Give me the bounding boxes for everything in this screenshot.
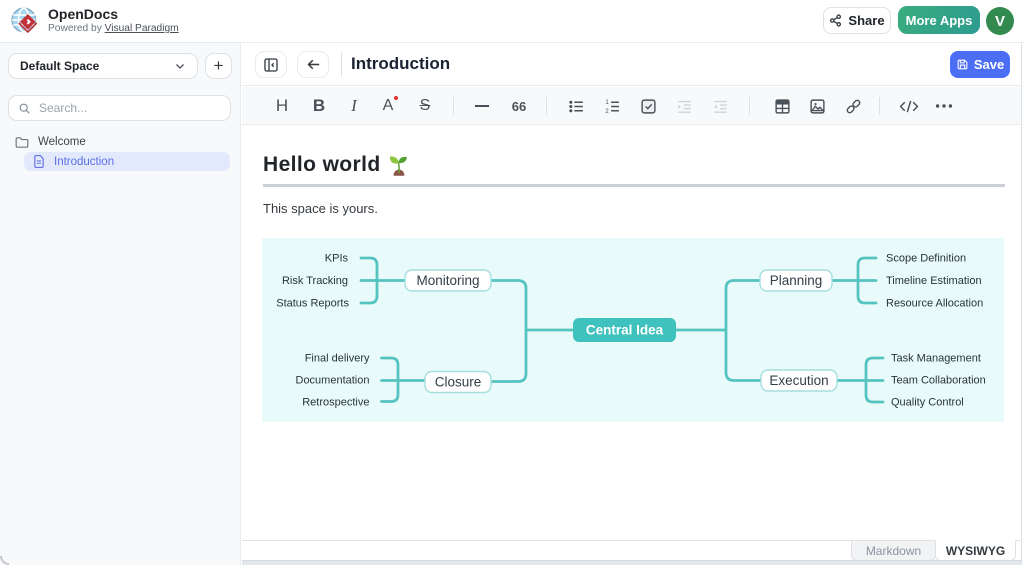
svg-text:Final delivery: Final delivery [305,353,370,365]
svg-text:Monitoring: Monitoring [416,273,479,288]
svg-text:Documentation: Documentation [296,375,370,387]
svg-text:2: 2 [605,108,609,114]
svg-text:1: 1 [605,100,609,106]
svg-text:Status Reports: Status Reports [276,298,349,310]
svg-text:Closure: Closure [435,375,482,390]
svg-text:Risk Tracking: Risk Tracking [282,275,348,287]
svg-text:Team Collaboration: Team Collaboration [891,375,986,387]
svg-text:Quality Control: Quality Control [891,397,964,409]
svg-text:Central Idea: Central Idea [586,323,664,338]
svg-text:Task Management: Task Management [891,353,981,365]
svg-text:Scope Definition: Scope Definition [886,253,966,265]
svg-text:Execution: Execution [769,373,828,388]
svg-text:Planning: Planning [770,273,823,288]
svg-text:Resource Allocation: Resource Allocation [886,298,983,310]
svg-text:KPIs: KPIs [325,253,349,265]
svg-text:Timeline Estimation: Timeline Estimation [886,275,982,287]
svg-text:Retrospective: Retrospective [302,397,369,409]
